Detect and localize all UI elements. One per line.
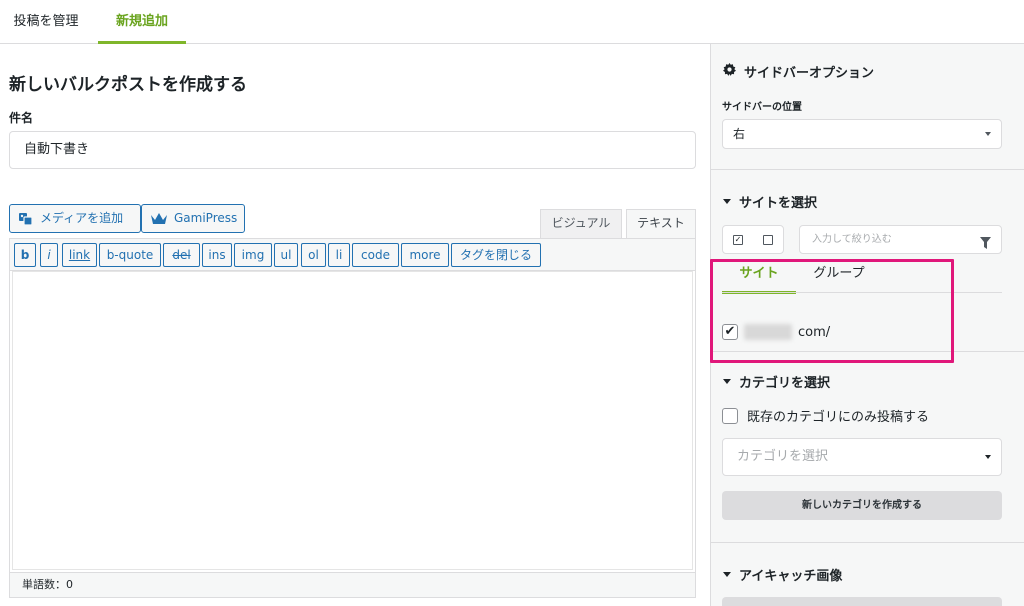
qt-bold-button[interactable]: b (14, 243, 36, 267)
qt-italic-button[interactable]: i (40, 243, 58, 267)
tab-add-new[interactable]: 新規追加 (98, 0, 186, 44)
category-select-placeholder: カテゴリを選択 (737, 449, 829, 464)
sidebar: サイドバーオプション サイドバーの位置 右 サイトを選択 ✓ 入力して絞り込む … (710, 44, 1024, 606)
uncheck-all-icon[interactable] (763, 235, 773, 245)
only-existing-label: 既存のカテゴリにのみ投稿する (747, 410, 930, 425)
gamipress-label: GamiPress (174, 211, 238, 225)
featured-image-button[interactable] (722, 597, 1002, 606)
qt-code-button[interactable]: code (352, 243, 399, 267)
top-nav: 投稿を管理 新規追加 (0, 0, 1024, 44)
select-site-title: サイトを選択 (739, 196, 818, 211)
qt-bquote-button[interactable]: b-quote (99, 243, 161, 267)
select-category-title: カテゴリを選択 (739, 376, 831, 391)
create-category-button[interactable]: 新しいカテゴリを作成する (722, 491, 1002, 520)
add-media-button[interactable]: メディアを追加 (9, 204, 141, 233)
tab-sites[interactable]: サイト (722, 261, 796, 294)
sidebar-position-select[interactable]: 右 (722, 119, 1002, 149)
only-existing-category-option[interactable]: 既存のカテゴリにのみ投稿する (722, 406, 929, 425)
chevron-down-icon (985, 132, 991, 136)
site-checkbox[interactable]: ✔ (722, 324, 738, 340)
add-media-label: メディアを追加 (40, 211, 124, 225)
tab-groups[interactable]: グループ (799, 261, 879, 294)
crown-icon (150, 212, 168, 226)
qt-ins-button[interactable]: ins (202, 243, 232, 267)
featured-image-title: アイキャッチ画像 (739, 569, 843, 584)
sidebar-position-value: 右 (733, 127, 746, 141)
check-all-group: ✓ (722, 225, 784, 254)
check-all-icon[interactable]: ✓ (733, 235, 743, 245)
qt-link-button[interactable]: link (62, 243, 97, 267)
site-list-item[interactable]: ✔ com/ (722, 324, 830, 340)
caret-down-icon (723, 379, 731, 384)
tab-text[interactable]: テキスト (626, 209, 696, 238)
qt-close-tags-button[interactable]: タグを閉じる (451, 243, 541, 267)
tab-manage-posts[interactable]: 投稿を管理 (0, 0, 92, 44)
select-category-heading[interactable]: カテゴリを選択 (723, 372, 830, 391)
select-site-heading[interactable]: サイトを選択 (723, 192, 817, 211)
only-existing-checkbox[interactable] (722, 407, 738, 424)
sidebar-position-label: サイドバーの位置 (722, 102, 802, 113)
editor-textarea[interactable] (12, 271, 693, 570)
quicktags-toolbar: b i link b-quote del ins img ul ol li co… (9, 238, 696, 271)
filter-icon[interactable] (980, 233, 991, 260)
title-input[interactable]: 自動下書き (9, 131, 696, 169)
caret-down-icon (723, 199, 731, 204)
page-title: 新しいバルクポストを作成する (9, 75, 247, 95)
sidebar-options-title: サイドバーオプション (744, 66, 875, 81)
qt-more-button[interactable]: more (401, 243, 449, 267)
chevron-down-icon (985, 455, 991, 459)
content-editor[interactable] (9, 271, 696, 573)
title-label: 件名 (9, 111, 34, 125)
sidebar-options-panel: サイドバーオプション サイドバーの位置 右 (711, 44, 1024, 170)
qt-ul-button[interactable]: ul (274, 243, 298, 267)
qt-del-button[interactable]: del (163, 243, 200, 267)
qt-img-button[interactable]: img (234, 243, 272, 267)
category-select[interactable]: カテゴリを選択 (722, 438, 1002, 476)
media-icon (18, 211, 34, 227)
tab-visual[interactable]: ビジュアル (540, 209, 622, 238)
tab-divider (722, 292, 1002, 293)
featured-image-heading[interactable]: アイキャッチ画像 (723, 565, 842, 584)
site-domain-suffix: com/ (798, 324, 831, 340)
qt-li-button[interactable]: li (328, 243, 350, 267)
caret-down-icon (723, 572, 731, 577)
site-filter-input[interactable]: 入力して絞り込む (799, 225, 1002, 254)
site-filter-placeholder: 入力して絞り込む (812, 234, 892, 245)
gamipress-button[interactable]: GamiPress (141, 204, 245, 233)
gear-icon (723, 63, 736, 80)
redacted-domain (744, 324, 792, 340)
sidebar-options-heading: サイドバーオプション (723, 62, 874, 81)
qt-ol-button[interactable]: ol (301, 243, 326, 267)
word-count: 単語数：0 (9, 572, 696, 598)
